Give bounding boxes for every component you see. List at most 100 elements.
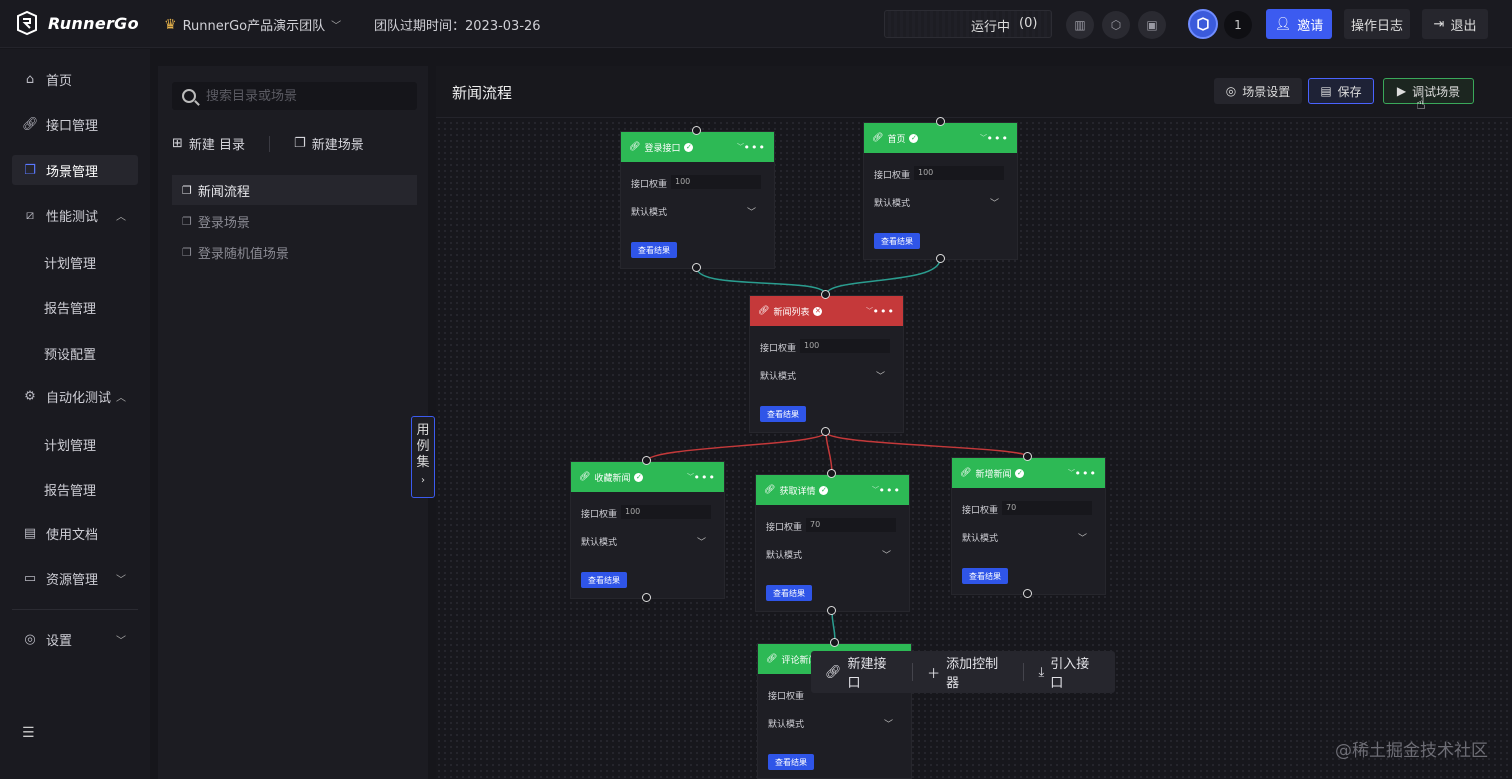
scene-canvas[interactable]: 新闻流程 ◎ 场景设置 ▤ 保存 ▶ 调试场景 ☝ 用 例 集 › 🔗︎ 登录接… (411, 66, 1512, 779)
node-header[interactable]: 🔗︎ 新闻列表 ✕ ﹀ ••• (750, 296, 903, 326)
runnergo-logo-icon[interactable] (14, 10, 40, 36)
case-set-tab[interactable]: 用 例 集 › (411, 416, 435, 498)
node-port[interactable] (821, 427, 830, 436)
nav-docs[interactable]: ▤ 使用文档 (12, 518, 138, 548)
node-port[interactable] (821, 290, 830, 299)
tree-scene-item[interactable]: ❐ 登录随机值场景 (172, 237, 417, 267)
nav-resources[interactable]: ▭ 资源管理 ﹀ (12, 563, 138, 593)
more-icon[interactable]: ••• (879, 484, 901, 497)
more-icon[interactable]: ••• (694, 471, 716, 484)
mode-select[interactable]: 默认模式 (962, 531, 998, 544)
nav-performance-test[interactable]: ⧄ 性能测试 ︿ (12, 200, 138, 230)
search-input[interactable] (206, 88, 406, 104)
view-result-button[interactable]: 查看结果 (874, 233, 920, 249)
invite-button[interactable]: 👤︎ 邀请 (1266, 9, 1332, 39)
chevron-down-icon[interactable]: ﹀ (882, 548, 891, 561)
node-port[interactable] (827, 606, 836, 615)
nav-preset-config[interactable]: 预设配置 (44, 344, 96, 363)
stats-icon[interactable]: ▥ (1066, 11, 1094, 39)
nav-auto-plan[interactable]: 计划管理 (44, 435, 96, 454)
mode-select[interactable]: 默认模式 (760, 369, 796, 382)
node-header[interactable]: 🔗︎ 获取详情 ✓ ﹀ ••• (756, 475, 909, 505)
add-controller-label: 添加控制器 (946, 657, 999, 691)
view-result-button[interactable]: 查看结果 (760, 406, 806, 422)
weight-input[interactable]: 70 (1002, 501, 1092, 515)
import-api-button[interactable]: ⤓ 引入接口 (1024, 653, 1115, 691)
node-port[interactable] (936, 254, 945, 263)
scene-label: 登录随机值场景 (197, 246, 289, 262)
view-result-button[interactable]: 查看结果 (768, 754, 814, 770)
weight-input[interactable]: 100 (800, 339, 890, 353)
nav-api-management[interactable]: 🔗︎ 接口管理 (12, 109, 138, 139)
node-header[interactable]: 🔗︎ 首页 ✓ ﹀ ••• (864, 123, 1017, 153)
node-port[interactable] (1023, 452, 1032, 461)
view-result-button[interactable]: 查看结果 (766, 585, 812, 601)
nav-home[interactable]: ⌂ 首页 (12, 64, 138, 94)
view-result-button[interactable]: 查看结果 (962, 568, 1008, 584)
node-header[interactable]: 🔗︎ 登录接口 ✓ ﹀ ••• (621, 132, 774, 162)
weight-input[interactable]: 100 (914, 166, 1004, 180)
tree-scene-item[interactable]: ❐ 新闻流程 (172, 175, 417, 205)
nav-settings[interactable]: ◎ 设置 ﹀ (12, 624, 138, 654)
more-icon[interactable]: ••• (744, 141, 766, 154)
node-port[interactable] (692, 263, 701, 272)
nav-perf-plan[interactable]: 计划管理 (44, 253, 96, 272)
api-node[interactable]: 🔗︎ 首页 ✓ ﹀ ••• 接口权重 100 默认模式 ﹀ 查看结果 (863, 122, 1018, 260)
chevron-down-icon[interactable]: ﹀ (990, 196, 999, 209)
notice-icon[interactable]: ▣ (1138, 11, 1166, 39)
more-icon[interactable]: ••• (1075, 467, 1097, 480)
mode-select[interactable]: 默认模式 (768, 717, 804, 730)
team-selector[interactable]: ♛ RunnerGo产品演示团队 ﹀ (164, 15, 341, 35)
node-port[interactable] (642, 456, 651, 465)
running-status[interactable]: 运行中 (0) (884, 10, 1052, 38)
search-box[interactable] (172, 82, 417, 110)
api-node[interactable]: 🔗︎ 收藏新闻 ✓ ﹀ ••• 接口权重 100 默认模式 ﹀ 查看结果 (570, 461, 725, 599)
view-result-button[interactable]: 查看结果 (581, 572, 627, 588)
new-api-button[interactable]: 🔗︎ 新建接口 (811, 653, 912, 691)
api-node[interactable]: 🔗︎ 登录接口 ✓ ﹀ ••• 接口权重 100 默认模式 ﹀ 查看结果 (620, 131, 775, 269)
weight-input[interactable]: 70 (806, 518, 896, 532)
chevron-down-icon[interactable]: ﹀ (1078, 531, 1087, 544)
view-result-button[interactable]: 查看结果 (631, 242, 677, 258)
chevron-down-icon[interactable]: ﹀ (884, 717, 893, 730)
nav-auto-report[interactable]: 报告管理 (44, 480, 96, 499)
node-port[interactable] (830, 638, 839, 647)
more-icon[interactable]: ••• (873, 305, 895, 318)
doc-icon: ▤ (23, 525, 37, 541)
node-port[interactable] (1023, 589, 1032, 598)
avatar[interactable] (1188, 9, 1218, 39)
node-port[interactable] (692, 126, 701, 135)
new-scene-button[interactable]: ❐ 新建场景 (294, 134, 364, 153)
member-count[interactable]: 1 (1224, 11, 1252, 39)
mode-select[interactable]: 默认模式 (581, 535, 617, 548)
node-header[interactable]: 🔗︎ 新增新闻 ✓ ﹀ ••• (952, 458, 1105, 488)
tree-scene-item[interactable]: ❐ 登录场景 (172, 206, 417, 236)
node-port[interactable] (642, 593, 651, 602)
api-node[interactable]: 🔗︎ 获取详情 ✓ ﹀ ••• 接口权重 70 默认模式 ﹀ 查看结果 (755, 474, 910, 612)
api-node[interactable]: 🔗︎ 新闻列表 ✕ ﹀ ••• 接口权重 100 默认模式 ﹀ 查看结果 (749, 295, 904, 433)
weight-input[interactable]: 100 (621, 505, 711, 519)
mode-select[interactable]: 默认模式 (874, 196, 910, 209)
cube-icon[interactable]: ⬡ (1102, 11, 1130, 39)
node-port[interactable] (827, 469, 836, 478)
nav-scene-management[interactable]: ❐ 场景管理 (12, 155, 138, 185)
logout-button[interactable]: ⇥ 退出 (1422, 9, 1488, 39)
chevron-down-icon[interactable]: ﹀ (697, 535, 706, 548)
add-controller-button[interactable]: ＋ 添加控制器 (913, 653, 1023, 691)
more-icon[interactable]: ••• (987, 132, 1009, 145)
chart-icon: ⧄ (25, 207, 35, 223)
new-folder-button[interactable]: ⊞ 新建 目录 (172, 134, 245, 153)
team-expire: 团队过期时间：2023-03-26 (374, 19, 541, 34)
chevron-down-icon[interactable]: ﹀ (876, 369, 885, 382)
chevron-down-icon[interactable]: ﹀ (747, 205, 756, 218)
node-port[interactable] (936, 117, 945, 126)
operation-log-button[interactable]: 操作日志 (1344, 9, 1410, 39)
mode-select[interactable]: 默认模式 (766, 548, 802, 561)
collapse-menu-icon[interactable]: ☰ (22, 725, 35, 741)
mode-select[interactable]: 默认模式 (631, 205, 667, 218)
node-header[interactable]: 🔗︎ 收藏新闻 ✓ ﹀ ••• (571, 462, 724, 492)
weight-input[interactable]: 100 (671, 175, 761, 189)
nav-perf-report[interactable]: 报告管理 (44, 298, 96, 317)
api-node[interactable]: 🔗︎ 新增新闻 ✓ ﹀ ••• 接口权重 70 默认模式 ﹀ 查看结果 (951, 457, 1106, 595)
nav-auto-test[interactable]: ⚙︎ 自动化测试 ︿ (12, 381, 138, 411)
